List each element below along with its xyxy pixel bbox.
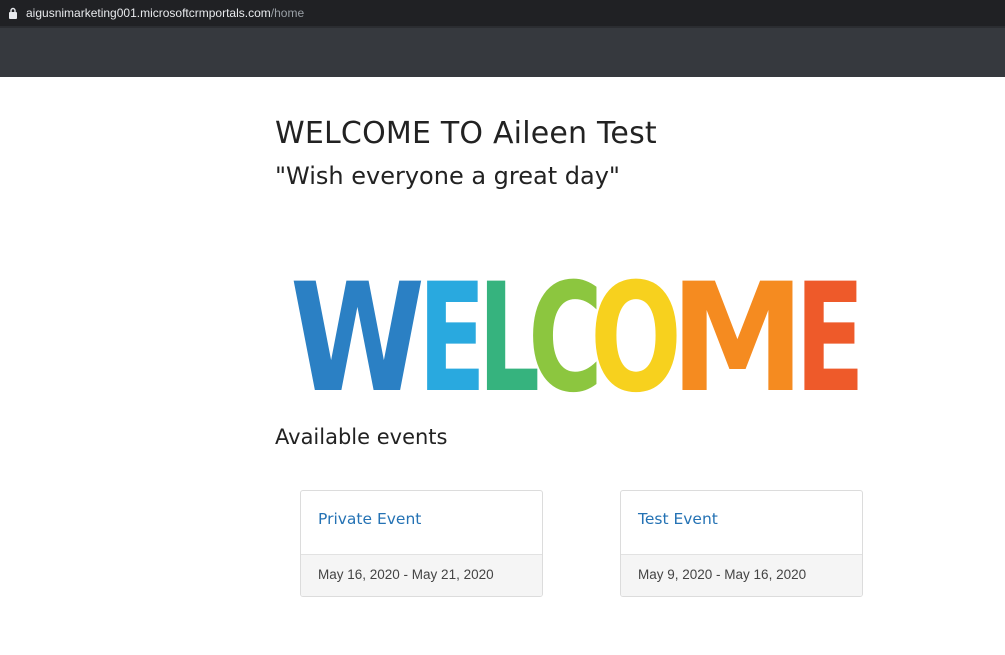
url-host: aigusnimarketing001.microsoftcrmportals.…	[26, 6, 271, 20]
url-path: /home	[270, 6, 305, 20]
banner-letter: W	[290, 252, 425, 398]
page-subtitle: "Wish everyone a great day"	[275, 162, 620, 190]
site-navbar	[0, 26, 1005, 77]
event-card: Private Event May 16, 2020 - May 21, 202…	[300, 490, 543, 597]
browser-address-bar[interactable]: aigusnimarketing001.microsoftcrmportals.…	[0, 0, 1005, 26]
banner-letter: M	[670, 252, 805, 398]
event-card: Test Event May 9, 2020 - May 16, 2020	[620, 490, 863, 597]
banner-letter: E	[795, 252, 865, 398]
event-dates: May 16, 2020 - May 21, 2020	[301, 554, 542, 596]
events-heading: Available events	[275, 425, 448, 449]
welcome-banner-image: WELCOME	[290, 242, 866, 398]
welcome-section: WELCOME TO Aileen Test "Wish everyone a …	[275, 110, 875, 196]
banner-letter: E	[418, 252, 486, 398]
event-title-link[interactable]: Test Event	[621, 491, 862, 555]
event-title-link[interactable]: Private Event	[301, 491, 542, 555]
page-title: WELCOME TO Aileen Test	[275, 116, 657, 151]
lock-icon	[8, 7, 18, 19]
banner-letter: O	[590, 252, 682, 398]
event-dates: May 9, 2020 - May 16, 2020	[621, 554, 862, 596]
